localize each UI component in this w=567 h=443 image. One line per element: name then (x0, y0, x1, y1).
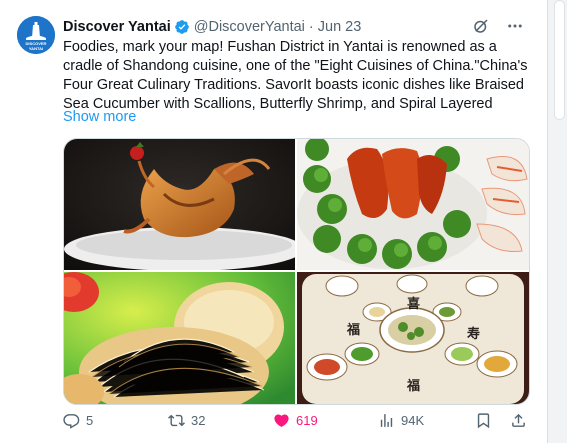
like-count: 619 (296, 413, 318, 428)
show-more-link[interactable]: Show more (63, 109, 136, 125)
like-button[interactable]: 619 (273, 412, 318, 429)
spiral-pastry-photo[interactable] (64, 272, 295, 404)
page-scrollbar[interactable] (547, 0, 567, 443)
more-options-icon[interactable] (505, 16, 525, 36)
fu-banquet-table-photo[interactable]: 福 寿 福 喜 (297, 272, 529, 404)
views-icon (380, 414, 393, 427)
timestamp[interactable]: Jun 23 (318, 19, 362, 35)
display-name[interactable]: Discover Yantai (63, 19, 171, 35)
scrollbar-thumb[interactable] (554, 0, 565, 120)
bookmark-button[interactable] (475, 412, 492, 429)
reply-icon (63, 414, 80, 429)
svg-text:YANTAI: YANTAI (29, 46, 43, 51)
reply-button[interactable]: 5 (63, 412, 93, 429)
tweet-card[interactable]: DISCOVER YANTAI Discover Yantai @Discove… (0, 0, 548, 443)
verified-badge-icon (174, 19, 190, 35)
share-button[interactable] (510, 412, 527, 429)
grok-icon[interactable] (471, 16, 491, 36)
shrimp-broccoli-platter-photo[interactable] (297, 139, 529, 270)
media-grid: 福 寿 福 喜 (63, 138, 530, 405)
tweet-header: Discover Yantai @DiscoverYantai · Jun 23 (63, 16, 533, 38)
tweet-text: Foodies, mark your map! Fushan District … (63, 39, 528, 112)
bookmark-icon (477, 413, 490, 429)
repost-icon (168, 414, 185, 427)
avatar[interactable]: DISCOVER YANTAI (17, 16, 55, 54)
heart-icon (274, 414, 289, 427)
table-character: 寿 (467, 326, 480, 342)
separator-dot: · (308, 19, 314, 35)
table-character: 喜 (407, 296, 420, 312)
tweet-action-bar: 5 32 619 94K (55, 410, 535, 434)
table-character: 福 (346, 322, 360, 338)
repost-count: 32 (191, 413, 206, 428)
discover-yantai-logo: DISCOVER YANTAI (17, 16, 55, 54)
handle[interactable]: @DiscoverYantai (194, 19, 305, 35)
reply-count: 5 (86, 413, 94, 428)
table-character: 福 (406, 378, 420, 394)
butterfly-shrimp-photo[interactable] (64, 139, 295, 270)
view-count: 94K (401, 413, 425, 428)
views-button[interactable]: 94K (378, 412, 424, 429)
repost-button[interactable]: 32 (168, 412, 205, 429)
share-icon (512, 413, 525, 427)
